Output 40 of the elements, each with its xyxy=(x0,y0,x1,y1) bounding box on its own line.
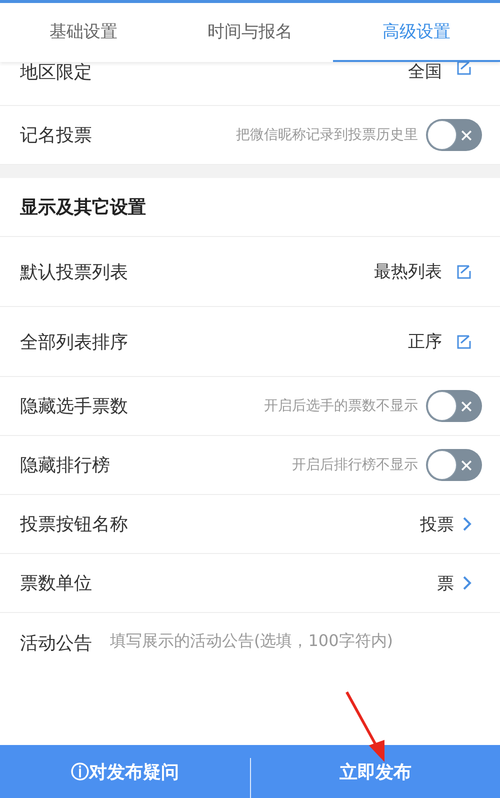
toggle-switch[interactable] xyxy=(426,390,482,422)
setting-label: 投票按钮名称 xyxy=(20,513,128,536)
section-title: 显示及其它设置 xyxy=(20,196,146,219)
setting-hint: 把微信昵称记录到投票历史里 xyxy=(236,126,418,144)
edit-icon[interactable] xyxy=(456,264,472,280)
toggle-switch[interactable] xyxy=(426,119,482,151)
setting-row[interactable]: 隐藏排行榜 开启后排行榜不显示 xyxy=(0,436,500,495)
setting-value: 全国 xyxy=(408,61,442,83)
edit-icon[interactable] xyxy=(456,334,472,350)
setting-hint: 开启后选手的票数不显示 xyxy=(264,397,418,415)
setting-row[interactable]: 地区限定 全国 xyxy=(0,62,500,106)
edit-icon[interactable] xyxy=(456,60,472,76)
setting-label: 全部列表排序 xyxy=(20,330,128,354)
x-icon xyxy=(461,401,472,412)
setting-label: 记名投票 xyxy=(20,124,92,147)
toggle-switch[interactable] xyxy=(426,449,482,481)
setting-row[interactable]: 隐藏选手票数 开启后选手的票数不显示 xyxy=(0,377,500,436)
setting-label: 活动公告 xyxy=(20,632,92,655)
setting-row[interactable]: 默认投票列表 最热列表 xyxy=(0,237,500,307)
setting-label: 隐藏排行榜 xyxy=(20,454,110,477)
setting-label: 默认投票列表 xyxy=(20,260,128,284)
setting-label: 票数单位 xyxy=(20,572,92,595)
chevron-right-icon xyxy=(462,575,472,591)
setting-value: 正序 xyxy=(408,331,442,353)
tab[interactable]: 基础设置 xyxy=(0,3,167,62)
setting-label: 地区限定 xyxy=(20,61,92,84)
chevron-right-icon xyxy=(462,516,472,532)
setting-hint: 开启后排行榜不显示 xyxy=(292,456,418,474)
setting-label: 隐藏选手票数 xyxy=(20,395,128,418)
x-icon xyxy=(461,460,472,471)
x-icon xyxy=(461,130,472,141)
setting-row[interactable]: 投票按钮名称 投票 xyxy=(0,495,500,554)
setting-value: 票 xyxy=(437,572,454,594)
setting-row[interactable]: 活动公告 填写展示的活动公告(选填，100字符内) xyxy=(0,613,500,693)
setting-value: 投票 xyxy=(420,514,454,536)
setting-row[interactable]: 全部列表排序 正序 xyxy=(0,307,500,377)
notice-input-field[interactable]: 填写展示的活动公告(选填，100字符内) xyxy=(110,631,482,650)
tab[interactable]: 时间与报名 xyxy=(166,3,334,62)
setting-value: 最热列表 xyxy=(374,261,442,283)
setting-row[interactable]: 票数单位 票 xyxy=(0,554,500,613)
